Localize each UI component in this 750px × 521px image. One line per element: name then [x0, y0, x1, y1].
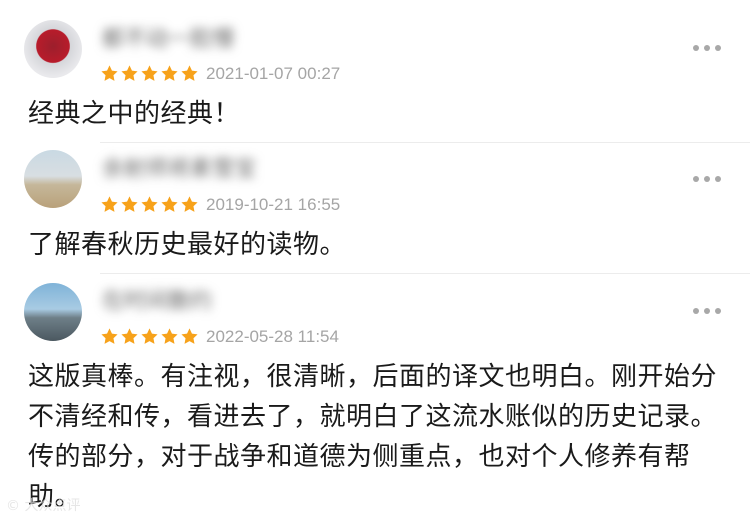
star-icon	[180, 64, 199, 83]
review-text: 经典之中的经典！	[28, 99, 241, 129]
username[interactable]: 都不动一脸懵	[102, 28, 234, 52]
more-dots-icon[interactable]	[693, 175, 723, 183]
review-timestamp: 2021-01-07 00:27	[206, 64, 341, 83]
star-rating	[100, 327, 199, 346]
star-icon	[160, 327, 179, 346]
star-rating	[100, 64, 199, 83]
star-icon	[140, 327, 159, 346]
star-icon	[160, 64, 179, 83]
star-icon	[140, 64, 159, 83]
divider	[100, 273, 750, 274]
star-rating	[100, 195, 199, 214]
avatar[interactable]	[24, 20, 82, 78]
review-text: 了解春秋历史最好的读物。	[28, 230, 347, 260]
star-icon	[120, 64, 139, 83]
avatar[interactable]	[24, 150, 82, 208]
avatar[interactable]	[24, 283, 82, 341]
watermark: © 大众点评	[6, 498, 81, 514]
username[interactable]: 余射师将素雪宝	[102, 158, 256, 182]
star-icon	[120, 195, 139, 214]
star-icon	[100, 195, 119, 214]
review-timestamp: 2022-05-28 11:54	[206, 327, 339, 346]
review-text: 这版真棒。有注视，很清晰，后面的译文也明白。刚开始分不清经和传，看进去了，就明白…	[28, 362, 718, 512]
star-icon	[100, 327, 119, 346]
more-dots-icon[interactable]	[693, 44, 723, 52]
star-icon	[100, 64, 119, 83]
username[interactable]: 在时间散约	[102, 290, 212, 314]
star-icon	[160, 195, 179, 214]
more-dots-icon[interactable]	[693, 307, 723, 315]
review-timestamp: 2019-10-21 16:55	[206, 195, 341, 214]
star-icon	[140, 195, 159, 214]
star-icon	[120, 327, 139, 346]
star-icon	[180, 327, 199, 346]
divider	[100, 142, 750, 143]
star-icon	[180, 195, 199, 214]
